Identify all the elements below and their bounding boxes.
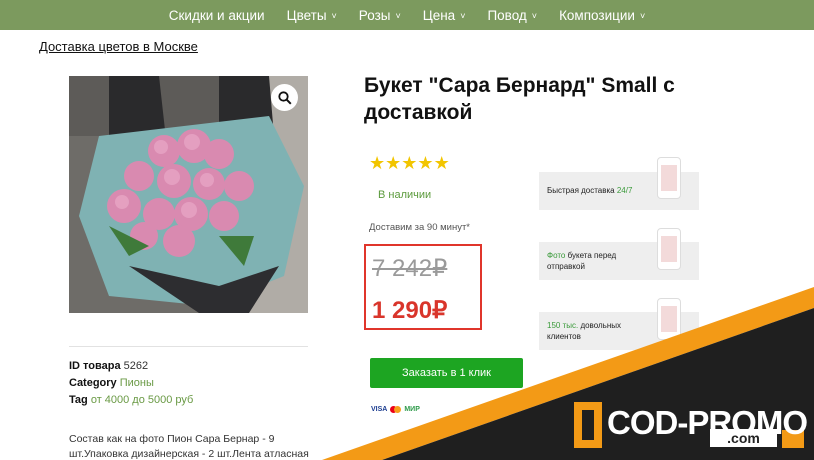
promo-domain: .com [710, 429, 777, 447]
info-card-text: Быстрая доставка 24/7 [547, 185, 632, 196]
visa-icon: VISA [371, 406, 388, 413]
nav-item-flowers[interactable]: Цветы ˅ [276, 8, 348, 23]
product-id-label: ID товара [69, 360, 121, 372]
mastercard-icon [390, 406, 402, 413]
info-card-text: 150 тыс. довольных клиентов [547, 320, 655, 342]
phone-illustration [657, 157, 681, 199]
nav-item-discounts[interactable]: Скидки и акции [158, 8, 276, 23]
product-description: Состав как на фото Пион Сара Бернар - 9 … [69, 433, 309, 460]
category-row: Category Пионы [69, 377, 154, 389]
nav-item-label: Скидки и акции [168, 7, 265, 23]
nav-item-label: Повод [487, 7, 527, 23]
product-title: Букет "Сара Бернард" Small с доставкой [364, 74, 675, 124]
nav-item-label: Композиции [559, 7, 635, 23]
delivery-time: Доставим за 90 минут* [369, 222, 470, 233]
category-label: Category [69, 377, 117, 389]
phone-illustration [657, 228, 681, 270]
product-image[interactable] [69, 76, 308, 313]
category-link[interactable]: Пионы [120, 377, 154, 389]
tag-row: Tag от 4000 до 5000 руб [69, 394, 193, 406]
one-click-order-button[interactable]: Заказать в 1 клик [370, 358, 523, 388]
star-icon: ★ [369, 153, 386, 173]
zoom-button[interactable] [271, 84, 298, 111]
nav-item-label: Цветы [286, 7, 327, 23]
info-card-highlight: 24/7 [616, 186, 633, 195]
tag-link[interactable]: от 4000 до 5000 руб [91, 394, 194, 406]
chevron-down-icon: ˅ [395, 10, 401, 21]
promo-brand: COD-PROMO [607, 404, 808, 441]
phone-illustration [657, 298, 681, 340]
old-price: 7 242₽ [372, 255, 448, 282]
breadcrumb-link[interactable]: Доставка цветов в Москве [39, 39, 198, 54]
nav-item-compositions[interactable]: Композиции ˅ [548, 8, 656, 23]
payment-methods: VISA МИР [371, 406, 420, 413]
top-navigation: Скидки и акции Цветы ˅ Розы ˅ Цена ˅ Пов… [0, 0, 814, 30]
star-icon: ★ [417, 153, 434, 173]
chevron-down-icon: ˅ [639, 10, 646, 21]
nav-item-label: Розы [358, 7, 391, 23]
price-highlight-box: 7 242₽ 1 290₽ [364, 244, 482, 330]
nav-item-price[interactable]: Цена ˅ [412, 8, 477, 23]
info-card-text: Фото букета перед отправкой [547, 250, 655, 272]
tag-label: Tag [69, 394, 88, 406]
nav-item-roses[interactable]: Розы ˅ [348, 8, 412, 23]
nav-item-label: Цена [422, 7, 456, 23]
info-card-label: Быстрая доставка [547, 186, 617, 195]
chevron-down-icon: ˅ [460, 10, 466, 21]
rating-stars: ★★★★★ [369, 153, 450, 174]
star-icon: ★ [401, 153, 418, 173]
chevron-down-icon: ˅ [331, 10, 337, 21]
stock-status: В наличии [378, 189, 432, 201]
star-icon: ★ [385, 153, 402, 173]
product-id-value: 5262 [123, 360, 149, 372]
mir-icon: МИР [404, 406, 420, 413]
new-price: 1 290₽ [372, 297, 448, 324]
star-icon: ★ [433, 153, 450, 173]
nav-item-occasion[interactable]: Повод ˅ [476, 8, 548, 23]
chevron-down-icon: ˅ [531, 10, 538, 21]
product-id-row: ID товара 5262 [69, 360, 148, 372]
info-card-highlight: 150 тыс. [547, 321, 579, 330]
divider [69, 346, 308, 347]
bouquet-photo [69, 76, 308, 313]
info-card-highlight: Фото [547, 251, 566, 260]
magnifier-icon [277, 90, 292, 105]
